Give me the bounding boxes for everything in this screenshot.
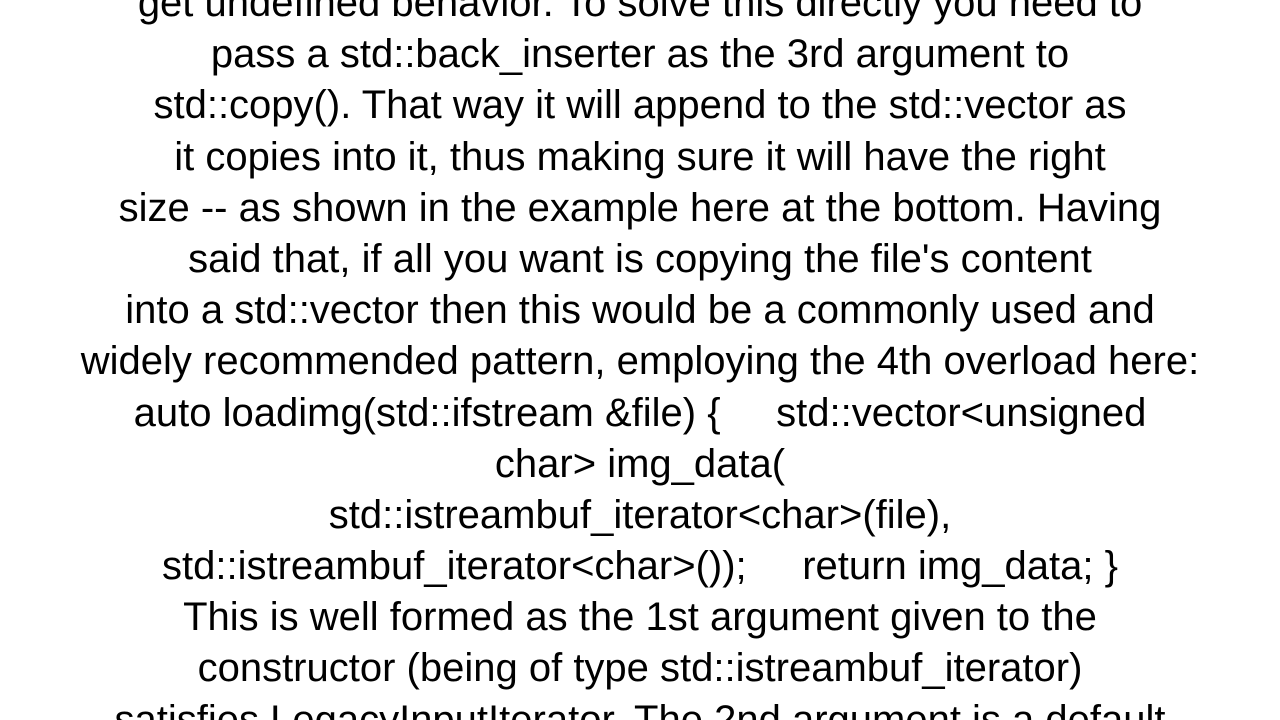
text-line: get undefined behavior. To solve this di… xyxy=(138,0,1142,29)
text-line: pass a std::back_inserter as the 3rd arg… xyxy=(211,29,1069,80)
text-line: satisfies LegacyInputIterator. The 2nd a… xyxy=(114,695,1165,720)
text-line: into a std::vector then this would be a … xyxy=(125,285,1154,336)
text-line: char> img_data( xyxy=(495,439,785,490)
text-line: std::copy(). That way it will append to … xyxy=(153,80,1126,131)
text-line: std::istreambuf_iterator<char>()); retur… xyxy=(162,541,1118,592)
text-line: This is well formed as the 1st argument … xyxy=(183,592,1097,643)
text-line: std::istreambuf_iterator<char>(file), xyxy=(329,490,951,541)
text-line: widely recommended pattern, employing th… xyxy=(81,336,1199,387)
document-text-block: get undefined behavior. To solve this di… xyxy=(0,0,1280,720)
text-line: size -- as shown in the example here at … xyxy=(119,183,1162,234)
text-line: said that, if all you want is copying th… xyxy=(188,234,1092,285)
text-line: it copies into it, thus making sure it w… xyxy=(174,132,1106,183)
text-line: auto loadimg(std::ifstream &file) { std:… xyxy=(134,388,1147,439)
text-line: constructor (being of type std::istreamb… xyxy=(198,643,1083,694)
